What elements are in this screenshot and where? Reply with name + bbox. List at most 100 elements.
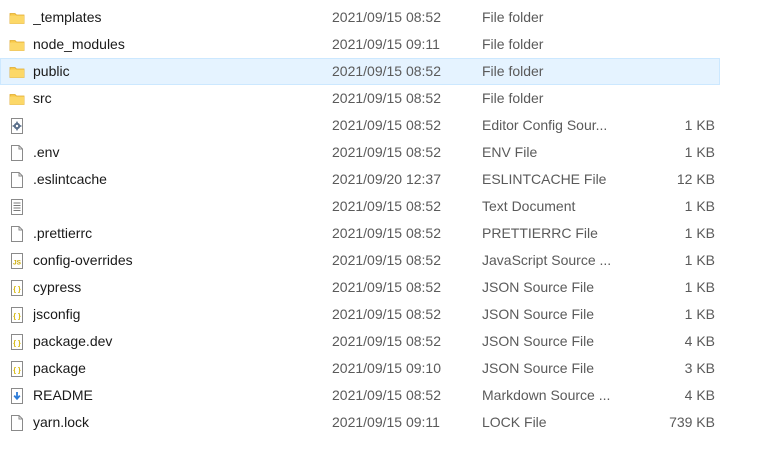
- file-type: ENV File: [482, 144, 538, 160]
- file-size: 4 KB: [684, 333, 715, 349]
- markdown-file-icon: [8, 382, 26, 409]
- file-row[interactable]: 2021/09/15 08:52 Text Document 1 KB: [0, 193, 720, 220]
- file-name: public: [33, 63, 70, 79]
- file-name: .eslintcache: [33, 171, 107, 187]
- file-date-modified: 2021/09/15 08:52: [332, 279, 441, 295]
- file-size: 1 KB: [684, 306, 715, 322]
- file-size: [640, 31, 715, 58]
- file-name: cypress: [33, 279, 82, 295]
- file-type: Text Document: [482, 198, 576, 214]
- json-file-icon: { }: [8, 355, 26, 382]
- file-size: 1 KB: [684, 144, 715, 160]
- file-type: File folder: [482, 63, 544, 79]
- file-date-modified: 2021/09/15 08:52: [332, 117, 441, 133]
- file-name: [33, 112, 323, 139]
- file-type: JSON Source File: [482, 306, 595, 322]
- file-date-modified: 2021/09/15 09:10: [332, 360, 441, 376]
- file-row[interactable]: .eslintcache 2021/09/20 12:37 ESLINTCACHE …: [0, 166, 720, 193]
- file-list: _templates 2021/09/15 08:52 File folder nod…: [0, 4, 720, 436]
- gear-file-icon: [8, 112, 26, 139]
- file-name: package: [33, 360, 86, 376]
- file-name: .prettierrc: [33, 225, 93, 241]
- file-date-modified: 2021/09/15 08:52: [332, 252, 441, 268]
- file-row[interactable]: src 2021/09/15 08:52 File folder: [0, 85, 720, 112]
- file-date-modified: 2021/09/20 12:37: [332, 171, 441, 187]
- file-size: 1 KB: [684, 225, 715, 241]
- file-date-modified: 2021/09/15 08:52: [332, 225, 441, 241]
- file-date-modified: 2021/09/15 08:52: [332, 198, 441, 214]
- file-type: PRETTIERRC File: [482, 225, 598, 241]
- file-date-modified: 2021/09/15 08:52: [332, 333, 441, 349]
- folder-icon: [8, 85, 26, 112]
- svg-text:{ }: { }: [13, 367, 21, 374]
- file-row[interactable]: _templates 2021/09/15 08:52 File folder: [0, 4, 720, 31]
- blank-file-icon: [8, 139, 26, 166]
- blank-file-icon: [8, 409, 26, 436]
- file-row[interactable]: 2021/09/15 08:52 Editor Config Sour... 1 K…: [0, 112, 720, 139]
- js-file-icon: JS: [8, 247, 26, 274]
- file-row[interactable]: node_modules 2021/09/15 09:11 File folder: [0, 31, 720, 58]
- file-name: src: [33, 90, 52, 106]
- file-name: config-overrides: [33, 252, 133, 268]
- json-file-icon: { }: [8, 328, 26, 355]
- file-size: [640, 4, 715, 31]
- file-size: [640, 85, 715, 112]
- file-type: LOCK File: [482, 414, 547, 430]
- file-row[interactable]: { } jsconfig 2021/09/15 08:52 JSON Source F…: [0, 301, 720, 328]
- file-date-modified: 2021/09/15 08:52: [332, 306, 441, 322]
- file-type: JavaScript Source ...: [482, 252, 612, 268]
- file-size: 1 KB: [684, 117, 715, 133]
- file-date-modified: 2021/09/15 08:52: [332, 144, 441, 160]
- file-row[interactable]: README 2021/09/15 08:52 Markdown Source ..…: [0, 382, 720, 409]
- json-file-icon: { }: [8, 301, 26, 328]
- file-type: Markdown Source ...: [482, 387, 611, 403]
- file-name: .env: [33, 144, 60, 160]
- file-date-modified: 2021/09/15 08:52: [332, 9, 441, 25]
- file-size: 1 KB: [684, 279, 715, 295]
- file-name: node_modules: [33, 36, 125, 52]
- file-type: ESLINTCACHE File: [482, 171, 607, 187]
- file-type: File folder: [482, 90, 544, 106]
- file-size: [640, 58, 715, 85]
- svg-text:{ }: { }: [13, 340, 21, 347]
- file-type: JSON Source File: [482, 360, 595, 376]
- file-type: JSON Source File: [482, 279, 595, 295]
- file-row[interactable]: { } package 2021/09/15 09:10 JSON Source Fi…: [0, 355, 720, 382]
- file-date-modified: 2021/09/15 08:52: [332, 63, 441, 79]
- file-type: File folder: [482, 9, 544, 25]
- file-size: 1 KB: [684, 198, 715, 214]
- svg-text:JS: JS: [13, 259, 22, 266]
- file-size: 4 KB: [684, 387, 715, 403]
- file-name: jsconfig: [33, 306, 81, 322]
- file-row[interactable]: { } cypress 2021/09/15 08:52 JSON Source Fi…: [0, 274, 720, 301]
- file-name: yarn.lock: [33, 414, 90, 430]
- file-type: File folder: [482, 36, 544, 52]
- file-row[interactable]: { } package.dev 2021/09/15 08:52 JSON Sourc…: [0, 328, 720, 355]
- folder-icon: [8, 31, 26, 58]
- file-row[interactable]: public 2021/09/15 08:52 File folder: [0, 58, 720, 85]
- file-row[interactable]: yarn.lock 2021/09/15 09:11 LOCK File 739 KB: [0, 409, 720, 436]
- file-name: _templates: [33, 9, 102, 25]
- file-date-modified: 2021/09/15 09:11: [332, 36, 440, 52]
- svg-text:{ }: { }: [13, 313, 21, 320]
- file-size: 739 KB: [669, 414, 715, 430]
- file-row[interactable]: .env 2021/09/15 08:52 ENV File 1 KB: [0, 139, 720, 166]
- file-type: Editor Config Sour...: [482, 117, 608, 133]
- file-name: package.dev: [33, 333, 113, 349]
- file-size: 1 KB: [684, 252, 715, 268]
- file-size: 3 KB: [684, 360, 715, 376]
- file-row[interactable]: .prettierrc 2021/09/15 08:52 PRETTIERRC Fi…: [0, 220, 720, 247]
- file-date-modified: 2021/09/15 08:52: [332, 90, 441, 106]
- folder-icon: [8, 4, 26, 31]
- file-type: JSON Source File: [482, 333, 595, 349]
- file-date-modified: 2021/09/15 08:52: [332, 387, 441, 403]
- blank-file-icon: [8, 220, 26, 247]
- file-row[interactable]: JS config-overrides 2021/09/15 08:52 JavaSc…: [0, 247, 720, 274]
- blank-file-icon: [8, 166, 26, 193]
- file-size: 12 KB: [676, 171, 715, 187]
- file-name: README: [33, 387, 93, 403]
- json-file-icon: { }: [8, 274, 26, 301]
- file-name: [33, 193, 323, 220]
- folder-icon: [8, 58, 26, 85]
- svg-text:{ }: { }: [13, 286, 21, 293]
